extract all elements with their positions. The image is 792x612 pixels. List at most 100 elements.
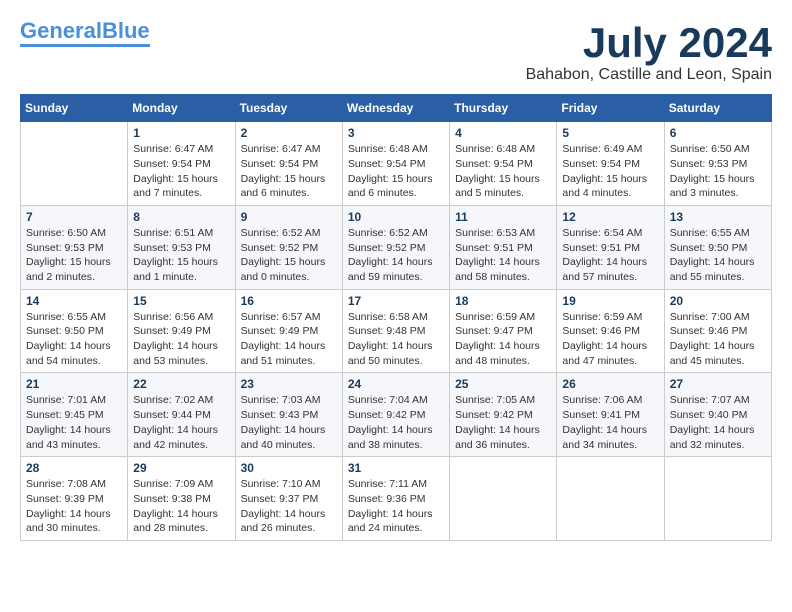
day-info: Sunrise: 6:56 AM Sunset: 9:49 PM Dayligh…: [133, 310, 229, 369]
calendar-cell: 30 Sunrise: 7:10 AM Sunset: 9:37 PM Dayli…: [235, 457, 342, 541]
location: Bahabon, Castille and Leon, Spain: [526, 66, 772, 84]
page-header: GeneralBlue July 2024 Bahabon, Castille …: [20, 20, 772, 84]
weekday-header: Monday: [128, 95, 235, 122]
logo-general: General: [20, 18, 102, 43]
calendar-cell: 25Sunrise: 7:05 AM Sunset: 9:42 PM Dayli…: [450, 373, 557, 457]
day-info: Sunrise: 6:50 AM Sunset: 9:53 PM Dayligh…: [26, 226, 122, 285]
calendar-cell: [21, 122, 128, 206]
calendar-cell: 4 Sunrise: 6:48 AM Sunset: 9:54 PM Daylig…: [450, 122, 557, 206]
day-info: Sunrise: 6:54 AM Sunset: 9:51 PM Dayligh…: [562, 226, 658, 285]
day-info: Sunrise: 7:08 AM Sunset: 9:39 PM Dayligh…: [26, 477, 122, 536]
day-number: 25: [455, 377, 551, 391]
calendar-cell: 16 Sunrise: 6:57 AM Sunset: 9:49 PM Dayli…: [235, 289, 342, 373]
day-info: Sunrise: 7:10 AM Sunset: 9:37 PM Dayligh…: [241, 477, 337, 536]
day-number: 27: [670, 377, 766, 391]
calendar-cell: 15Sunrise: 6:56 AM Sunset: 9:49 PM Dayli…: [128, 289, 235, 373]
logo-blue: Blue: [102, 18, 150, 43]
calendar-cell: 28 Sunrise: 7:08 AM Sunset: 9:39 PM Dayli…: [21, 457, 128, 541]
day-number: 2: [241, 126, 337, 140]
day-number: 21: [26, 377, 122, 391]
calendar-header-row: SundayMondayTuesdayWednesdayThursdayFrid…: [21, 95, 772, 122]
day-number: 4: [455, 126, 551, 140]
day-info: Sunrise: 7:02 AM Sunset: 9:44 PM Dayligh…: [133, 393, 229, 452]
day-info: Sunrise: 6:55 AM Sunset: 9:50 PM Dayligh…: [26, 310, 122, 369]
logo-underline: [20, 44, 150, 47]
weekday-header: Sunday: [21, 95, 128, 122]
day-info: Sunrise: 6:47 AM Sunset: 9:54 PM Dayligh…: [133, 142, 229, 201]
calendar-cell: 3 Sunrise: 6:48 AM Sunset: 9:54 PM Daylig…: [342, 122, 449, 206]
day-number: 13: [670, 210, 766, 224]
calendar-table: SundayMondayTuesdayWednesdayThursdayFrid…: [20, 94, 772, 541]
calendar-cell: 13 Sunrise: 6:55 AM Sunset: 9:50 PM Dayli…: [664, 205, 771, 289]
day-number: 1: [133, 126, 229, 140]
day-number: 24: [348, 377, 444, 391]
day-number: 17: [348, 294, 444, 308]
calendar-week-row: 28 Sunrise: 7:08 AM Sunset: 9:39 PM Dayli…: [21, 457, 772, 541]
day-number: 26: [562, 377, 658, 391]
day-info: Sunrise: 7:06 AM Sunset: 9:41 PM Dayligh…: [562, 393, 658, 452]
calendar-cell: 9Sunrise: 6:52 AM Sunset: 9:52 PM Daylig…: [235, 205, 342, 289]
day-info: Sunrise: 6:48 AM Sunset: 9:54 PM Dayligh…: [455, 142, 551, 201]
calendar-cell: [557, 457, 664, 541]
calendar-cell: 27 Sunrise: 7:07 AM Sunset: 9:40 PM Dayli…: [664, 373, 771, 457]
day-number: 8: [133, 210, 229, 224]
calendar-cell: 22 Sunrise: 7:02 AM Sunset: 9:44 PM Dayli…: [128, 373, 235, 457]
weekday-header: Saturday: [664, 95, 771, 122]
day-number: 29: [133, 461, 229, 475]
calendar-week-row: 7 Sunrise: 6:50 AM Sunset: 9:53 PM Daylig…: [21, 205, 772, 289]
month-year: July 2024: [526, 20, 772, 66]
day-info: Sunrise: 6:57 AM Sunset: 9:49 PM Dayligh…: [241, 310, 337, 369]
calendar-week-row: 21Sunrise: 7:01 AM Sunset: 9:45 PM Dayli…: [21, 373, 772, 457]
day-number: 14: [26, 294, 122, 308]
day-info: Sunrise: 7:09 AM Sunset: 9:38 PM Dayligh…: [133, 477, 229, 536]
day-number: 20: [670, 294, 766, 308]
day-number: 16: [241, 294, 337, 308]
day-info: Sunrise: 6:47 AM Sunset: 9:54 PM Dayligh…: [241, 142, 337, 201]
day-info: Sunrise: 7:00 AM Sunset: 9:46 PM Dayligh…: [670, 310, 766, 369]
calendar-cell: 23Sunrise: 7:03 AM Sunset: 9:43 PM Dayli…: [235, 373, 342, 457]
calendar-cell: 7 Sunrise: 6:50 AM Sunset: 9:53 PM Daylig…: [21, 205, 128, 289]
calendar-cell: 26 Sunrise: 7:06 AM Sunset: 9:41 PM Dayli…: [557, 373, 664, 457]
calendar-cell: 24Sunrise: 7:04 AM Sunset: 9:42 PM Dayli…: [342, 373, 449, 457]
day-number: 18: [455, 294, 551, 308]
day-info: Sunrise: 6:59 AM Sunset: 9:47 PM Dayligh…: [455, 310, 551, 369]
day-info: Sunrise: 6:52 AM Sunset: 9:52 PM Dayligh…: [348, 226, 444, 285]
calendar-cell: 21Sunrise: 7:01 AM Sunset: 9:45 PM Dayli…: [21, 373, 128, 457]
calendar-cell: 20 Sunrise: 7:00 AM Sunset: 9:46 PM Dayli…: [664, 289, 771, 373]
calendar-cell: 17 Sunrise: 6:58 AM Sunset: 9:48 PM Dayli…: [342, 289, 449, 373]
calendar-cell: 29 Sunrise: 7:09 AM Sunset: 9:38 PM Dayli…: [128, 457, 235, 541]
calendar-cell: 1 Sunrise: 6:47 AM Sunset: 9:54 PM Daylig…: [128, 122, 235, 206]
calendar-cell: 12 Sunrise: 6:54 AM Sunset: 9:51 PM Dayli…: [557, 205, 664, 289]
day-number: 9: [241, 210, 337, 224]
calendar-cell: 10 Sunrise: 6:52 AM Sunset: 9:52 PM Dayli…: [342, 205, 449, 289]
calendar-cell: [664, 457, 771, 541]
day-info: Sunrise: 6:55 AM Sunset: 9:50 PM Dayligh…: [670, 226, 766, 285]
day-info: Sunrise: 7:11 AM Sunset: 9:36 PM Dayligh…: [348, 477, 444, 536]
day-number: 7: [26, 210, 122, 224]
day-number: 3: [348, 126, 444, 140]
day-number: 12: [562, 210, 658, 224]
day-number: 5: [562, 126, 658, 140]
day-info: Sunrise: 6:58 AM Sunset: 9:48 PM Dayligh…: [348, 310, 444, 369]
weekday-header: Wednesday: [342, 95, 449, 122]
day-number: 31: [348, 461, 444, 475]
calendar-cell: 6Sunrise: 6:50 AM Sunset: 9:53 PM Daylig…: [664, 122, 771, 206]
day-info: Sunrise: 6:49 AM Sunset: 9:54 PM Dayligh…: [562, 142, 658, 201]
calendar-cell: 31 Sunrise: 7:11 AM Sunset: 9:36 PM Dayli…: [342, 457, 449, 541]
calendar-cell: 2 Sunrise: 6:47 AM Sunset: 9:54 PM Daylig…: [235, 122, 342, 206]
day-info: Sunrise: 7:07 AM Sunset: 9:40 PM Dayligh…: [670, 393, 766, 452]
weekday-header: Friday: [557, 95, 664, 122]
day-info: Sunrise: 7:03 AM Sunset: 9:43 PM Dayligh…: [241, 393, 337, 452]
day-number: 22: [133, 377, 229, 391]
calendar-cell: 8 Sunrise: 6:51 AM Sunset: 9:53 PM Daylig…: [128, 205, 235, 289]
weekday-header: Tuesday: [235, 95, 342, 122]
day-info: Sunrise: 6:48 AM Sunset: 9:54 PM Dayligh…: [348, 142, 444, 201]
day-number: 10: [348, 210, 444, 224]
day-number: 30: [241, 461, 337, 475]
logo: GeneralBlue: [20, 20, 150, 47]
weekday-header: Thursday: [450, 95, 557, 122]
day-number: 19: [562, 294, 658, 308]
day-info: Sunrise: 6:50 AM Sunset: 9:53 PM Dayligh…: [670, 142, 766, 201]
day-info: Sunrise: 6:51 AM Sunset: 9:53 PM Dayligh…: [133, 226, 229, 285]
day-number: 28: [26, 461, 122, 475]
